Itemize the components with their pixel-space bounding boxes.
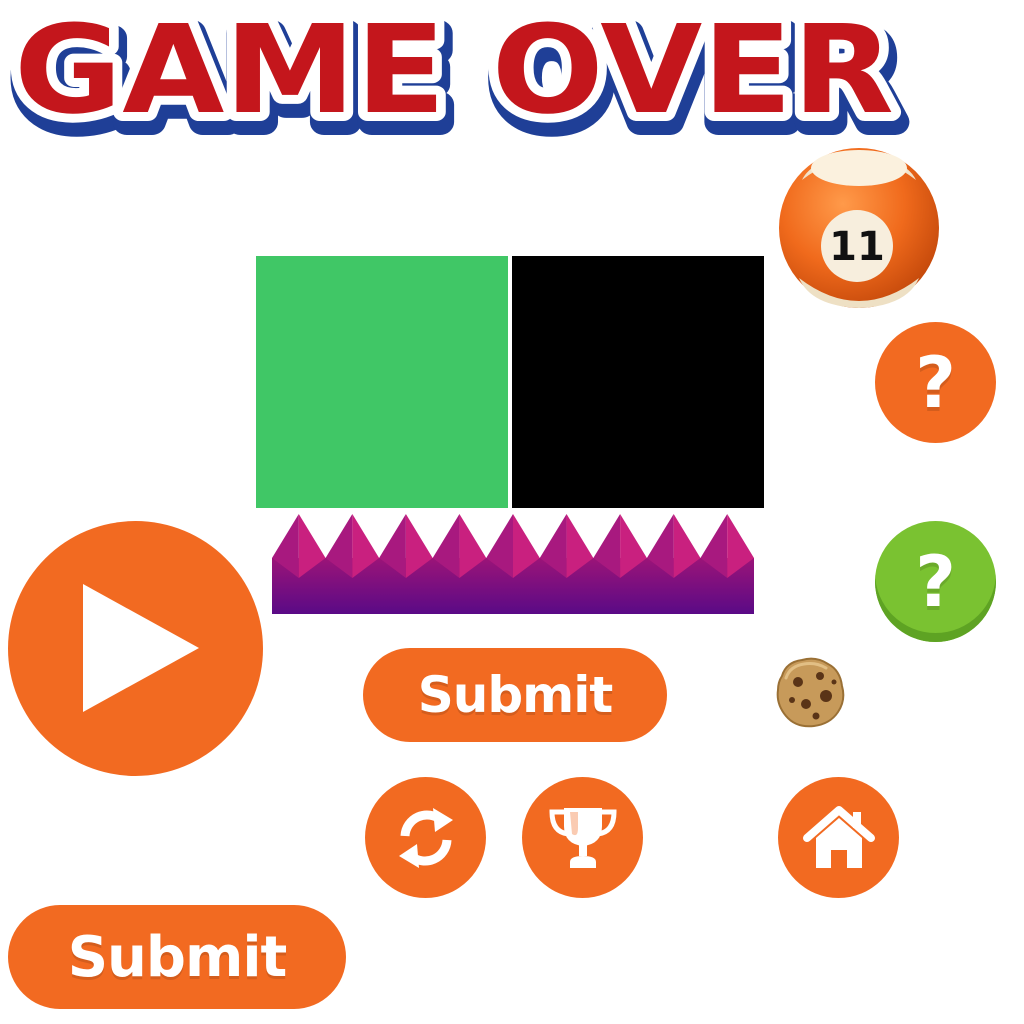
submit-button-large[interactable]: Submit <box>8 905 346 1009</box>
help-button-orange[interactable]: ? <box>875 322 996 443</box>
home-button[interactable] <box>778 777 899 898</box>
play-button[interactable] <box>8 521 263 776</box>
leaderboard-button[interactable] <box>522 777 643 898</box>
submit-button-label: Submit <box>67 924 288 990</box>
spike-strip <box>272 514 754 614</box>
restart-button[interactable] <box>365 777 486 898</box>
submit-button[interactable]: Submit <box>363 648 667 742</box>
refresh-icon <box>398 807 453 868</box>
home-icon <box>802 805 875 868</box>
submit-button-label: Submit <box>417 666 614 724</box>
green-color-tile[interactable] <box>256 256 508 508</box>
game-over-title-text: GAME OVER <box>14 0 894 141</box>
play-icon <box>82 583 199 712</box>
trophy-icon <box>548 807 617 868</box>
game-over-title: GAME OVER GAME OVER GAME OVER <box>5 0 911 150</box>
cookie-icon <box>776 657 845 728</box>
pool-ball-number: 11 <box>829 224 885 270</box>
pool-ball-11: 11 <box>779 148 939 308</box>
question-mark-icon: ? <box>915 540 956 623</box>
help-button-green[interactable]: ? <box>875 521 996 642</box>
black-color-tile[interactable] <box>512 256 764 508</box>
question-mark-icon: ? <box>915 341 956 424</box>
